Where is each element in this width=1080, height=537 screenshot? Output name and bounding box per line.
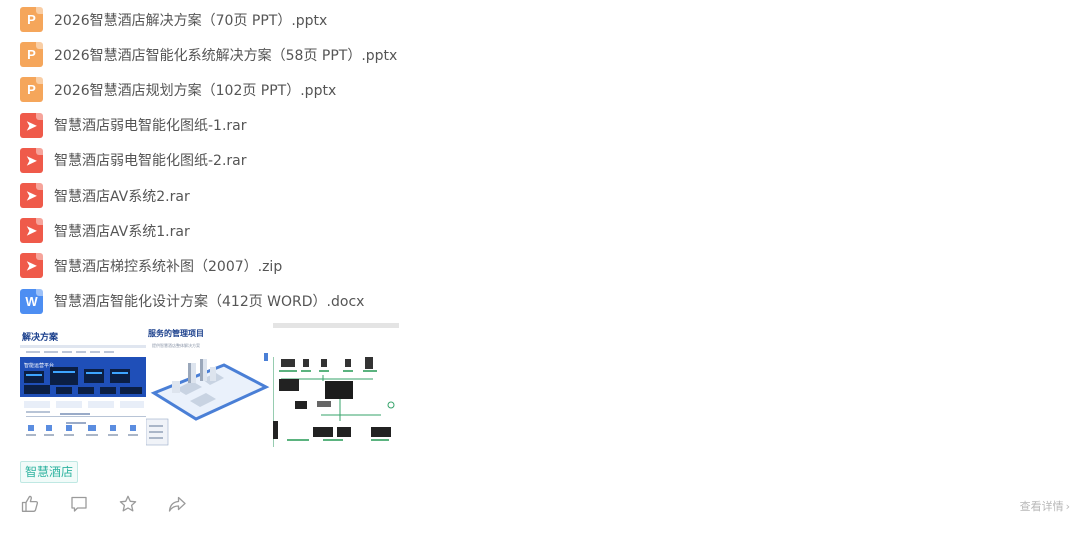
archive-file-icon: ➤ bbox=[20, 253, 43, 279]
ppt-file-icon: P bbox=[20, 42, 43, 68]
archive-file-icon: ➤ bbox=[20, 147, 43, 173]
file-item[interactable]: ➤ 智慧酒店梯控系统补图（2007）.zip bbox=[20, 248, 720, 283]
ppt-file-icon: P bbox=[20, 7, 43, 33]
preview-2-title: 服务的管理项目 bbox=[148, 328, 204, 338]
star-icon[interactable] bbox=[118, 494, 138, 514]
share-icon[interactable] bbox=[167, 494, 187, 514]
file-name: 智慧酒店AV系统1.rar bbox=[54, 223, 190, 240]
file-name: 2026智慧酒店规划方案（102页 PPT）.pptx bbox=[54, 82, 337, 99]
file-item[interactable]: W 智慧酒店智能化设计方案（412页 WORD）.docx bbox=[20, 284, 720, 319]
file-name: 智慧酒店AV系统2.rar bbox=[54, 188, 190, 205]
file-item[interactable]: ➤ 智慧酒店AV系统1.rar bbox=[20, 213, 720, 248]
archive-file-icon: ➤ bbox=[20, 112, 43, 138]
view-details-label: 查看详情 bbox=[1019, 500, 1064, 513]
view-details-link[interactable]: 查看详情 › bbox=[1020, 498, 1070, 514]
file-name: 智慧酒店弱电智能化图纸-2.rar bbox=[54, 153, 247, 170]
file-item[interactable]: ➤ 智慧酒店弱电智能化图纸-2.rar bbox=[20, 143, 720, 178]
preview-1-subtitle: 智能运营平台 bbox=[24, 362, 54, 369]
file-item[interactable]: P 2026智慧酒店规划方案（102页 PPT）.pptx bbox=[20, 72, 720, 107]
comment-icon[interactable] bbox=[69, 494, 89, 514]
preview-2-subtitle: 提供智慧酒店整体解决方案 bbox=[152, 342, 200, 348]
attachment-file-list: P 2026智慧酒店解决方案（70页 PPT）.pptx P 2026智慧酒店智… bbox=[20, 2, 720, 319]
archive-file-icon: ➤ bbox=[20, 183, 43, 209]
topic-tag[interactable]: 智慧酒店 bbox=[20, 461, 79, 483]
archive-file-icon: ➤ bbox=[20, 218, 43, 244]
thumbs-up-icon[interactable] bbox=[20, 494, 40, 514]
word-file-icon: W bbox=[20, 288, 43, 314]
file-name: 智慧酒店梯控系统补图（2007）.zip bbox=[54, 258, 283, 275]
file-name: 2026智慧酒店智能化系统解决方案（58页 PPT）.pptx bbox=[54, 47, 398, 64]
file-name: 智慧酒店弱电智能化图纸-1.rar bbox=[54, 118, 247, 135]
file-item[interactable]: ➤ 智慧酒店弱电智能化图纸-1.rar bbox=[20, 108, 720, 143]
preview-image-3[interactable] bbox=[273, 323, 399, 449]
preview-1-title: 解决方案 bbox=[22, 331, 59, 343]
file-item[interactable]: P 2026智慧酒店解决方案（70页 PPT）.pptx bbox=[20, 2, 720, 37]
file-name: 2026智慧酒店解决方案（70页 PPT）.pptx bbox=[54, 12, 328, 29]
image-previews: 解决方案 智能运营平台 服务的管理项目 提供智慧酒店整体解决方案 bbox=[20, 323, 400, 449]
file-item[interactable]: ➤ 智慧酒店AV系统2.rar bbox=[20, 178, 720, 213]
file-name: 智慧酒店智能化设计方案（412页 WORD）.docx bbox=[54, 294, 365, 311]
action-bar bbox=[20, 494, 187, 514]
preview-image-1[interactable]: 解决方案 智能运营平台 bbox=[20, 323, 146, 449]
ppt-file-icon: P bbox=[20, 77, 43, 103]
preview-image-2[interactable]: 服务的管理项目 提供智慧酒店整体解决方案 bbox=[146, 323, 272, 449]
chevron-right-icon: › bbox=[1065, 500, 1070, 513]
file-item[interactable]: P 2026智慧酒店智能化系统解决方案（58页 PPT）.pptx bbox=[20, 37, 720, 72]
